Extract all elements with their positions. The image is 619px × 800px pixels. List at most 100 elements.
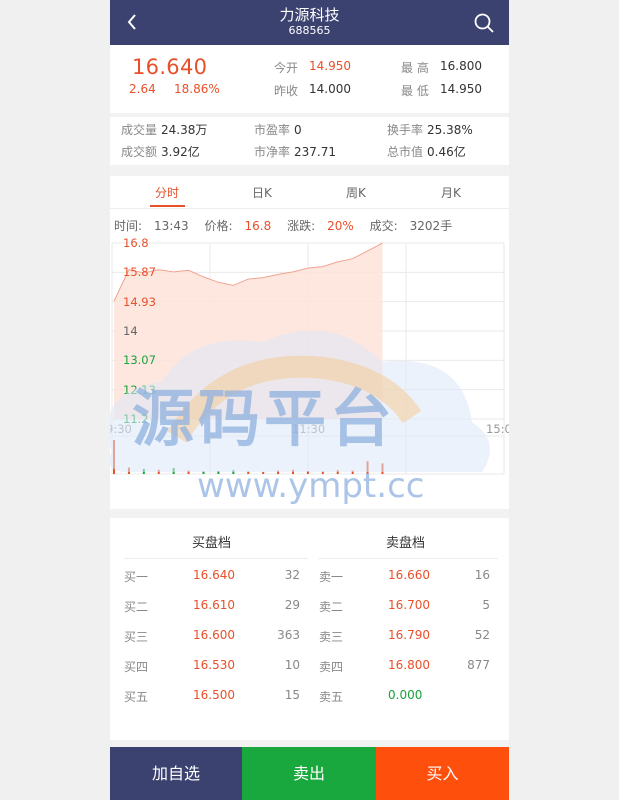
buy-row-4[interactable]: 买四 16.530 10 (124, 658, 304, 676)
mktcap-stat: 总市值 0.46亿 (387, 143, 466, 160)
vol-value: 3202手 (409, 219, 453, 233)
volume-stat: 成交量 24.38万 (121, 121, 207, 138)
sell-level-volume: 5 (482, 598, 490, 612)
price-change: 2.64 (129, 82, 156, 96)
tab-daily-k[interactable]: 日K (252, 184, 272, 201)
prev-close-value: 14.000 (309, 82, 351, 96)
amount-label: 成交额 (121, 145, 158, 159)
tab-monthly-k[interactable]: 月K (441, 184, 461, 201)
x-tick-label: 11:30 (292, 422, 325, 436)
volume-bar (247, 471, 250, 474)
sell-row-5[interactable]: 卖五 0.000 (319, 688, 499, 706)
time-label: 时间: (114, 219, 143, 233)
buy-level-label: 买四 (124, 660, 149, 674)
bottom-action-bar: 加自选 卖出 买入 (110, 747, 509, 800)
buy-level-volume: 10 (284, 658, 300, 672)
buy-row-3[interactable]: 买三 16.600 363 (124, 628, 304, 646)
buy-book-title: 买盘档 (192, 536, 232, 551)
buy-level-volume: 32 (284, 568, 300, 582)
buy-level-price: 16.600 (193, 628, 235, 642)
tab-intraday[interactable]: 分时 (155, 184, 179, 201)
chg-value: 20% (327, 219, 354, 233)
buy-button[interactable]: 买入 (376, 747, 509, 800)
sell-button[interactable]: 卖出 (242, 747, 376, 800)
sell-row-2[interactable]: 卖二 16.700 5 (319, 598, 499, 616)
volume-bar (291, 469, 294, 474)
buy-level-volume: 15 (284, 688, 300, 702)
volume-bar (113, 440, 115, 474)
chg-label: 涨跌: (287, 219, 316, 233)
chart-card: 分时 日K 周K 月K 时间: 13:43 价格: 16.8 涨跌: 20% 成交: 3… (110, 176, 509, 509)
sell-row-3[interactable]: 卖三 16.790 52 (319, 628, 499, 646)
sell-level-label: 卖五 (319, 690, 344, 704)
sell-level-volume: 52 (474, 628, 490, 642)
stock-code: 688565 (288, 24, 331, 37)
sell-book-title: 卖盘档 (386, 536, 426, 551)
sell-row-4[interactable]: 卖四 16.800 877 (319, 658, 499, 676)
buy-level-volume: 363 (277, 628, 300, 642)
amount-value: 3.92亿 (161, 145, 200, 159)
buy-level-price: 16.500 (193, 688, 235, 702)
add-to-watchlist-button[interactable]: 加自选 (110, 747, 242, 800)
y-tick-label: 14.93 (123, 295, 156, 309)
pe-label: 市盈率 (254, 123, 291, 137)
x-tick-label: 15:00 (486, 422, 509, 436)
buy-level-price: 16.610 (193, 598, 235, 612)
search-button[interactable] (473, 12, 495, 34)
turnover-value: 25.38% (427, 123, 473, 137)
open-label: 今开 (274, 61, 299, 75)
low-value: 14.950 (440, 82, 482, 96)
sell-level-price: 16.660 (388, 568, 430, 582)
quote-panel: 16.640 2.64 18.86% 今开 14.950 昨收 14.000 最… (110, 45, 509, 113)
y-tick-label: 12.13 (123, 383, 156, 397)
tab-weekly-k[interactable]: 周K (346, 184, 366, 201)
intraday-chart[interactable]: 16.815.8714.931413.0712.1311.29:3011:301… (110, 236, 509, 516)
stock-title: 力源科技 688565 (110, 6, 509, 38)
volume-bar (187, 470, 190, 474)
buy-row-2[interactable]: 买二 16.610 29 (124, 598, 304, 616)
volume-value: 24.38万 (161, 123, 208, 137)
buy-level-label: 买五 (124, 690, 149, 704)
price-change-pct: 18.86% (174, 82, 220, 96)
prev-close-label: 昨收 (274, 84, 299, 98)
pb-label: 市净率 (254, 145, 291, 159)
volume-bar (351, 470, 354, 474)
pe-value: 0 (294, 123, 302, 137)
sell-level-price: 16.790 (388, 628, 430, 642)
sell-level-label: 卖四 (319, 660, 344, 674)
sell-level-volume: 16 (474, 568, 490, 582)
sell-level-price: 16.800 (388, 658, 430, 672)
volume-bar (202, 471, 205, 474)
volume-bar (277, 470, 280, 474)
sell-row-1[interactable]: 卖一 16.660 16 (319, 568, 499, 586)
buy-level-price: 16.640 (193, 568, 235, 582)
buy-level-price: 16.530 (193, 658, 235, 672)
turnover-stat: 换手率 25.38% (387, 121, 473, 138)
volume-bar (232, 470, 235, 474)
sell-book-divider (318, 558, 498, 559)
stock-name: 力源科技 (279, 6, 340, 24)
open-value: 14.950 (309, 59, 351, 73)
y-tick-label: 16.8 (123, 236, 149, 250)
time-value: 13:43 (154, 219, 189, 233)
volume-bar (172, 468, 175, 474)
mktcap-label: 总市值 (387, 145, 424, 159)
volume-bar (127, 467, 130, 474)
buy-level-label: 买二 (124, 600, 149, 614)
buy-row-5[interactable]: 买五 16.500 15 (124, 688, 304, 706)
buy-level-label: 买三 (124, 630, 149, 644)
sell-level-label: 卖一 (319, 570, 344, 584)
top-header: 力源科技 688565 (110, 0, 509, 45)
turnover-label: 换手率 (387, 123, 424, 137)
active-tab-underline (150, 205, 185, 207)
volume-bar (381, 463, 384, 474)
volume-bar (142, 468, 145, 474)
stats-panel: 成交量 24.38万 成交额 3.92亿 市盈率 0 市净率 237.71 换手率 25.… (110, 117, 509, 165)
pe-stat: 市盈率 0 (254, 121, 302, 138)
sell-level-label: 卖三 (319, 630, 344, 644)
stock-detail-app: 力源科技 688565 16.640 2.64 18.86% 今开 14.950… (110, 0, 509, 800)
buy-row-1[interactable]: 买一 16.640 32 (124, 568, 304, 586)
volume-bar (366, 461, 369, 474)
sell-level-price: 0.000 (388, 688, 423, 702)
volume-bar (262, 471, 265, 474)
